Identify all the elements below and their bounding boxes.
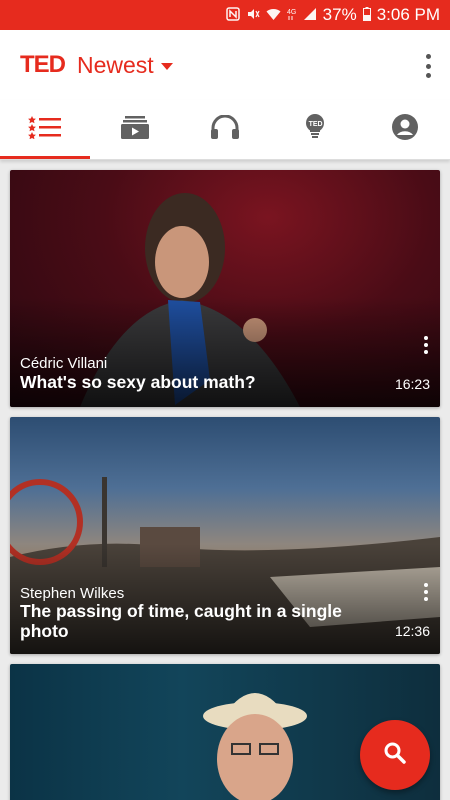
- battery-percent: 37%: [322, 5, 357, 24]
- signal-icon: [303, 7, 317, 24]
- svg-text:4G: 4G: [287, 9, 296, 16]
- search-icon: [383, 741, 407, 770]
- list-icon: [28, 115, 62, 144]
- talk-feed: Cédric Villani What's so sexy about math…: [0, 160, 450, 800]
- ted-logo: TED: [20, 51, 66, 78]
- section-title: Newest: [77, 51, 154, 78]
- status-bar: 4G 37% 3:06 PM: [0, 0, 450, 30]
- search-button[interactable]: [360, 720, 430, 790]
- mute-icon: [246, 7, 260, 24]
- 4g-icon: 4G: [287, 7, 297, 24]
- card-menu-icon[interactable]: [422, 336, 430, 354]
- talk-title: What's so sexy about math?: [20, 372, 256, 392]
- tab-profile[interactable]: [360, 100, 450, 159]
- clock: 3:06 PM: [376, 5, 440, 24]
- tab-playlists[interactable]: [90, 100, 180, 159]
- nfc-icon: [225, 6, 240, 24]
- card-menu-icon[interactable]: [422, 583, 430, 601]
- headphones-icon: [210, 114, 240, 144]
- speaker-name: Stephen Wilkes: [20, 585, 125, 602]
- svg-text:TED: TED: [309, 121, 323, 128]
- speaker-name: Cédric Villani: [20, 355, 108, 372]
- tab-podcasts[interactable]: [180, 100, 270, 159]
- talk-card[interactable]: Stephen Wilkes The passing of time, caug…: [10, 417, 440, 654]
- tab-list[interactable]: [0, 100, 90, 159]
- app-bar: TED Newest: [0, 30, 450, 100]
- battery-icon: [362, 6, 371, 24]
- tab-ideas[interactable]: TED: [270, 100, 360, 159]
- talk-card[interactable]: Cédric Villani What's so sexy about math…: [10, 170, 440, 407]
- account-icon: [392, 114, 418, 145]
- lightbulb-icon: TED: [304, 114, 326, 145]
- talk-title: The passing of time, caught in a single …: [20, 601, 342, 641]
- wifi-icon: [266, 7, 281, 24]
- caret-down-icon: [160, 63, 173, 70]
- talk-duration: 12:36: [394, 623, 430, 639]
- playlist-icon: [121, 115, 149, 144]
- talk-duration: 16:23: [394, 376, 430, 392]
- section-dropdown[interactable]: Newest: [77, 52, 173, 79]
- tab-bar: TED: [0, 100, 450, 160]
- overflow-menu-icon[interactable]: [424, 54, 432, 78]
